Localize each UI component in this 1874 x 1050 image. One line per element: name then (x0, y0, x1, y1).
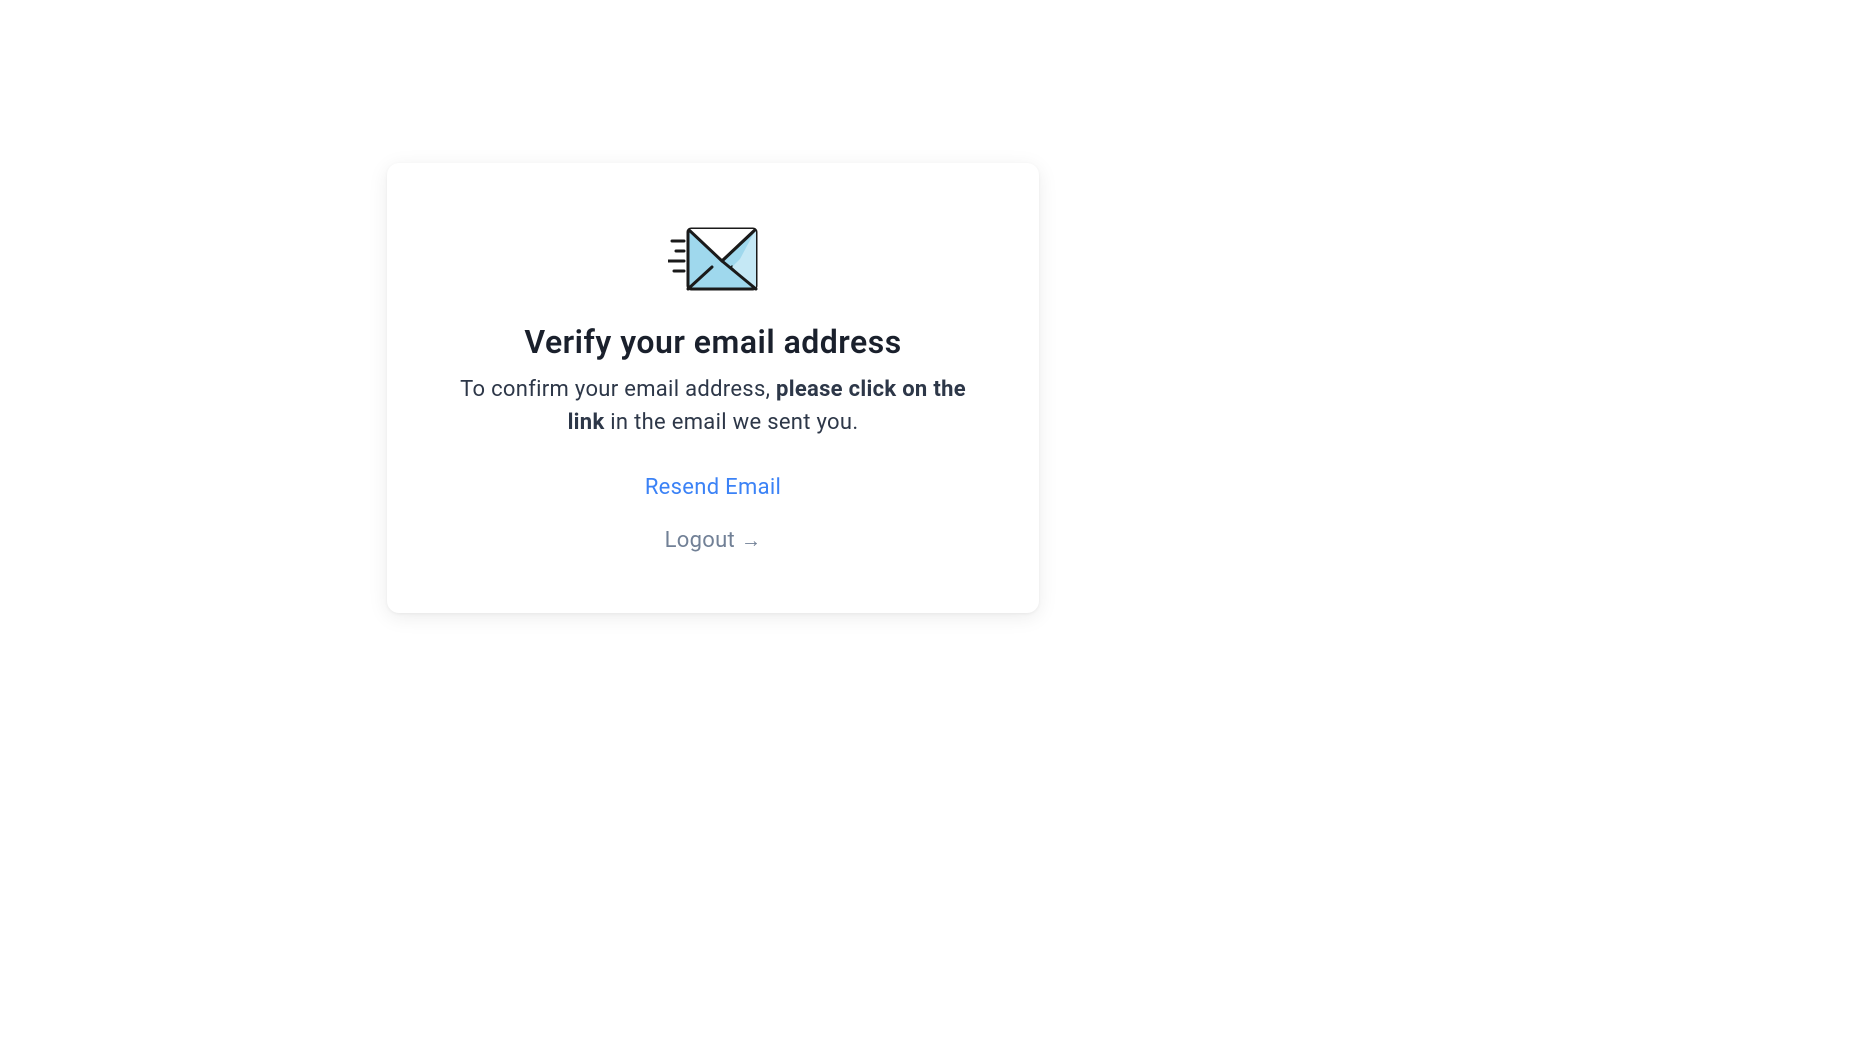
resend-email-link[interactable]: Resend Email (447, 475, 979, 500)
description-text-1: To confirm your email address, (460, 377, 776, 402)
verify-email-description: To confirm your email address, please cl… (447, 373, 979, 439)
description-text-2: in the email we sent you. (605, 410, 859, 435)
verify-email-title: Verify your email address (447, 323, 979, 361)
logout-label: Logout (665, 528, 735, 553)
envelope-sending-icon (668, 227, 758, 291)
verify-email-card: Verify your email address To confirm you… (387, 163, 1039, 613)
logout-link[interactable]: Logout → (665, 528, 762, 553)
arrow-right-icon: → (741, 528, 761, 553)
